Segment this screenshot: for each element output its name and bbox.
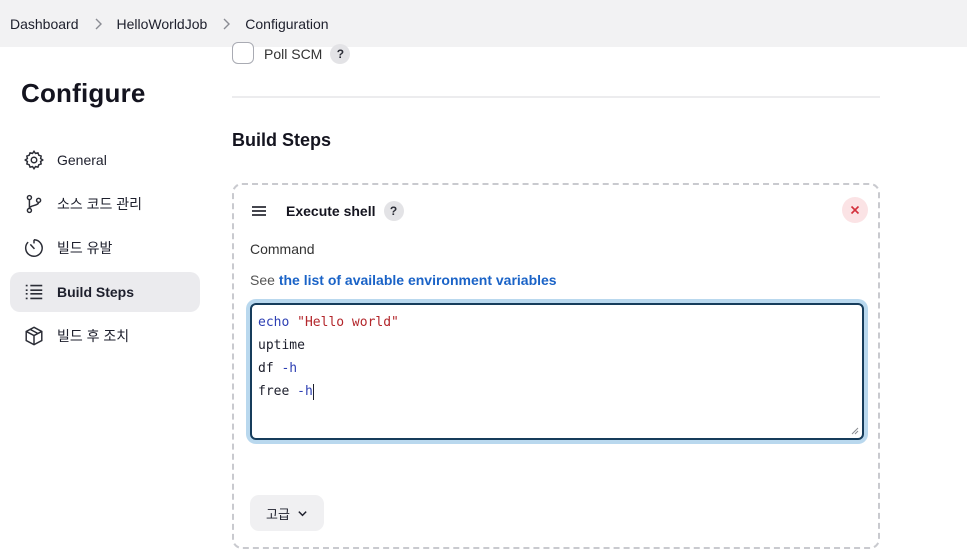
sidebar-item-label: General [57, 152, 107, 168]
divider [232, 96, 880, 98]
sidebar-item-label: 빌드 후 조치 [57, 328, 130, 344]
step-title: Execute shell [286, 203, 376, 219]
gear-icon [23, 149, 45, 171]
package-icon [23, 325, 45, 347]
chevron-right-icon [93, 18, 103, 30]
chevron-down-icon [298, 510, 307, 516]
section-title: Build Steps [232, 130, 332, 150]
advanced-button[interactable]: 고급 [250, 495, 324, 531]
sidebar-item-post-build[interactable]: 빌드 후 조치 [10, 316, 200, 356]
breadcrumb-job[interactable]: HelloWorldJob [117, 16, 208, 32]
poll-scm-checkbox[interactable] [232, 42, 254, 64]
sidebar-item-label: 소스 코드 관리 [57, 196, 143, 212]
resize-handle-icon[interactable] [851, 427, 859, 435]
help-icon[interactable]: ? [330, 44, 351, 64]
build-step-card: Execute shell ? Command See the list of … [232, 183, 880, 549]
page-title: Configure [21, 78, 146, 108]
timer-icon [23, 237, 45, 259]
command-textarea[interactable]: echo "Hello world" uptime df -h free -h [250, 303, 864, 440]
breadcrumb-dashboard[interactable]: Dashboard [10, 16, 79, 32]
breadcrumb-configuration[interactable]: Configuration [245, 16, 328, 32]
poll-scm-label: Poll SCM [264, 46, 323, 62]
delete-step-button[interactable] [842, 197, 868, 223]
sidebar-nav: General 소스 코드 관리 빌드 유발 Build Steps 빌드 후 … [10, 140, 200, 360]
branch-icon [23, 193, 45, 215]
sidebar-item-source-code[interactable]: 소스 코드 관리 [10, 184, 200, 224]
sidebar-item-general[interactable]: General [10, 140, 200, 180]
code-line: uptime [258, 338, 305, 353]
env-variables-link[interactable]: the list of available environment variab… [279, 272, 557, 288]
sidebar-item-label: Build Steps [57, 284, 135, 300]
list-icon [23, 281, 45, 303]
step-header: Execute shell ? [250, 201, 404, 221]
sidebar-item-label: 빌드 유발 [57, 240, 113, 256]
sidebar-item-build-triggers[interactable]: 빌드 유발 [10, 228, 200, 268]
drag-handle-icon[interactable] [250, 202, 268, 220]
advanced-label: 고급 [266, 506, 290, 522]
command-label: Command [250, 241, 315, 257]
text-cursor [312, 383, 314, 400]
breadcrumb: Dashboard HelloWorldJob Configuration [0, 0, 967, 47]
help-icon[interactable]: ? [383, 201, 404, 221]
close-icon [850, 205, 860, 215]
sidebar-item-build-steps[interactable]: Build Steps [10, 272, 200, 312]
code-line: echo "Hello world" [258, 315, 399, 330]
env-variables-line: See the list of available environment va… [250, 272, 557, 288]
code-line: df -h [258, 361, 298, 376]
poll-scm-row: Poll SCM ? [232, 42, 351, 64]
code-line: free -h [258, 383, 314, 400]
env-prefix: See [250, 272, 275, 288]
chevron-right-icon [221, 18, 231, 30]
